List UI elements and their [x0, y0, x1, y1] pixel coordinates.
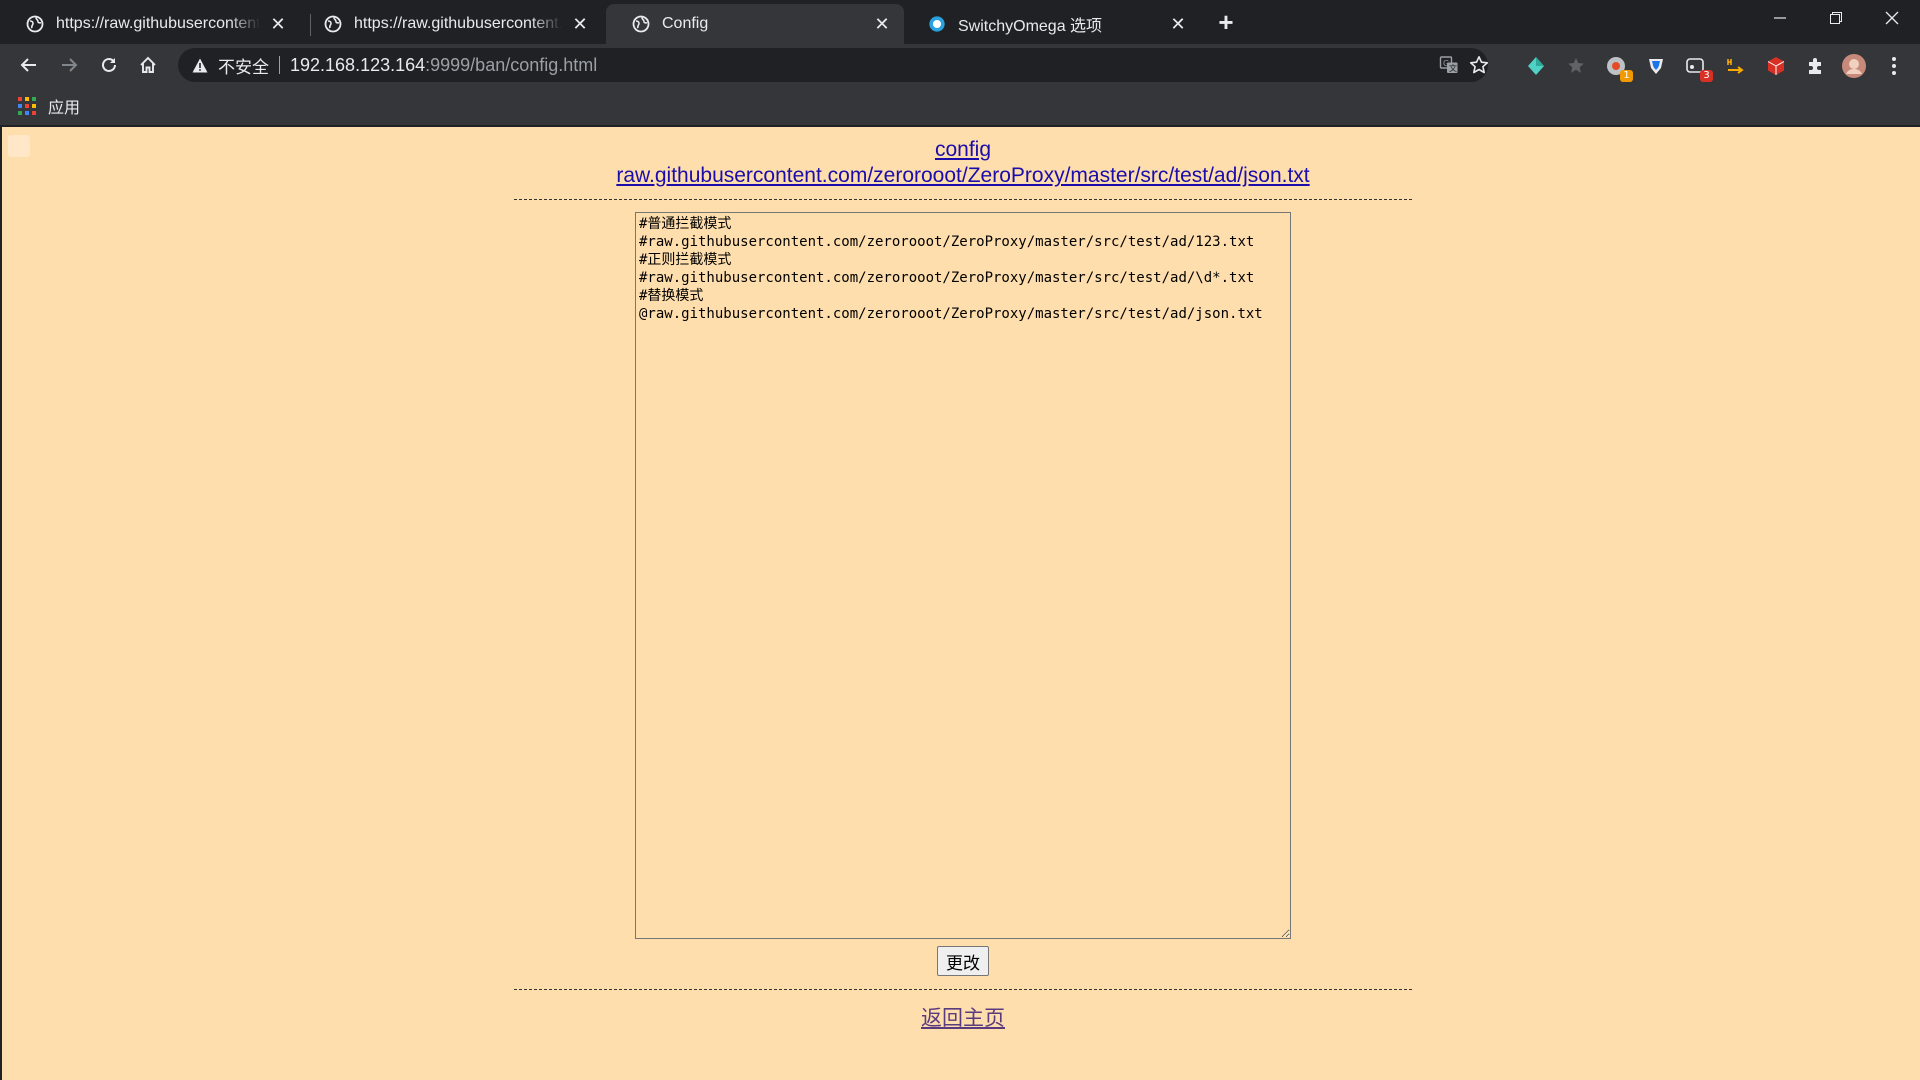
arrow-extension-icon[interactable] — [1722, 52, 1750, 80]
address-bar[interactable]: 不安全 192.168.123.164:9999/ban/config.html… — [178, 48, 1489, 82]
omnibox-divider — [279, 56, 280, 74]
config-textarea[interactable] — [635, 212, 1291, 939]
tab-title: https://raw.githubusercontent.com/zeroro… — [56, 15, 260, 32]
tab-github-raw-123[interactable]: https://raw.githubusercontent.com/zeroro… — [0, 4, 300, 44]
apps-grid-icon — [18, 97, 36, 115]
config-page: config raw.githubusercontent.com/zeroroo… — [514, 127, 1412, 1032]
close-icon — [1885, 11, 1899, 25]
close-icon[interactable]: ✕ — [870, 12, 894, 36]
home-button[interactable] — [131, 48, 165, 82]
security-label[interactable]: 不安全 — [218, 53, 269, 78]
tab-switchyomega[interactable]: SwitchyOmega 选项 ✕ — [902, 4, 1200, 44]
home-icon — [140, 56, 156, 73]
reload-button[interactable] — [92, 48, 126, 82]
svg-text:文: 文 — [1449, 63, 1457, 73]
forward-button[interactable] — [52, 48, 86, 82]
json-source-link[interactable]: raw.githubusercontent.com/zerorooot/Zero… — [514, 163, 1412, 189]
circle-extension-icon[interactable]: 1 — [1602, 52, 1633, 82]
corner-placeholder — [8, 135, 30, 157]
diamond-extension-icon[interactable] — [1522, 52, 1550, 80]
translate-icon[interactable]: G文 — [1434, 48, 1464, 82]
close-icon[interactable]: ✕ — [568, 12, 592, 36]
page-viewport: config raw.githubusercontent.com/zeroroo… — [0, 127, 1920, 1080]
close-icon[interactable]: ✕ — [266, 12, 290, 36]
back-button[interactable] — [12, 48, 46, 82]
tab-github-raw-json[interactable]: https://raw.githubusercontent.com/zeroro… — [298, 4, 602, 44]
globe-icon — [324, 15, 342, 33]
tab-title: https://raw.githubusercontent.com/zeroro… — [354, 15, 562, 32]
restore-button[interactable] — [1808, 0, 1864, 36]
tab-title: SwitchyOmega 选项 — [958, 18, 1103, 35]
globe-icon — [632, 15, 650, 33]
bookmarks-bar: 应用 — [0, 86, 1920, 126]
url-path: :9999/ban/config.html — [425, 54, 598, 75]
new-tab-button[interactable]: + — [1208, 4, 1244, 40]
shield-extension-icon[interactable] — [1642, 52, 1670, 80]
avatar[interactable] — [1840, 52, 1868, 80]
gamepad-extension-icon[interactable]: 3 — [1682, 52, 1713, 82]
globe-icon — [26, 15, 44, 33]
extension-badge: 3 — [1700, 70, 1713, 82]
restore-icon — [1830, 12, 1842, 24]
config-link[interactable]: config — [514, 137, 1412, 163]
url-host: 192.168.123.164 — [290, 54, 426, 75]
close-icon[interactable]: ✕ — [1166, 12, 1190, 36]
browser-toolbar: 不安全 192.168.123.164:9999/ban/config.html… — [0, 44, 1920, 86]
warning-icon[interactable] — [192, 56, 210, 74]
menu-dots-icon[interactable] — [1880, 52, 1908, 80]
cube-extension-icon[interactable] — [1762, 52, 1790, 80]
back-arrow-icon — [20, 58, 36, 72]
puzzle-extensions-icon[interactable] — [1802, 52, 1830, 80]
apps-label: 应用 — [48, 100, 81, 117]
extension-badge: 1 — [1620, 70, 1633, 82]
update-button[interactable]: 更改 — [937, 946, 989, 976]
window-close-button[interactable] — [1864, 0, 1920, 36]
back-home-link[interactable]: 返回主页 — [921, 1002, 1005, 1032]
star-extension-icon[interactable] — [1562, 52, 1590, 80]
tab-config[interactable]: Config ✕ — [606, 4, 904, 44]
minimize-button[interactable] — [1752, 0, 1808, 36]
reload-icon — [102, 57, 116, 72]
dashed-divider-bottom — [514, 989, 1412, 990]
bookmark-apps[interactable]: 应用 — [18, 92, 80, 120]
forward-arrow-icon — [62, 58, 78, 72]
tab-title: Config — [662, 15, 709, 32]
dashed-divider-top — [514, 199, 1412, 200]
minimize-icon — [1774, 17, 1786, 19]
tab-strip: https://raw.githubusercontent.com/zeroro… — [0, 0, 1920, 44]
bookmark-star-icon[interactable] — [1464, 48, 1494, 82]
switchyomega-icon — [928, 15, 946, 33]
